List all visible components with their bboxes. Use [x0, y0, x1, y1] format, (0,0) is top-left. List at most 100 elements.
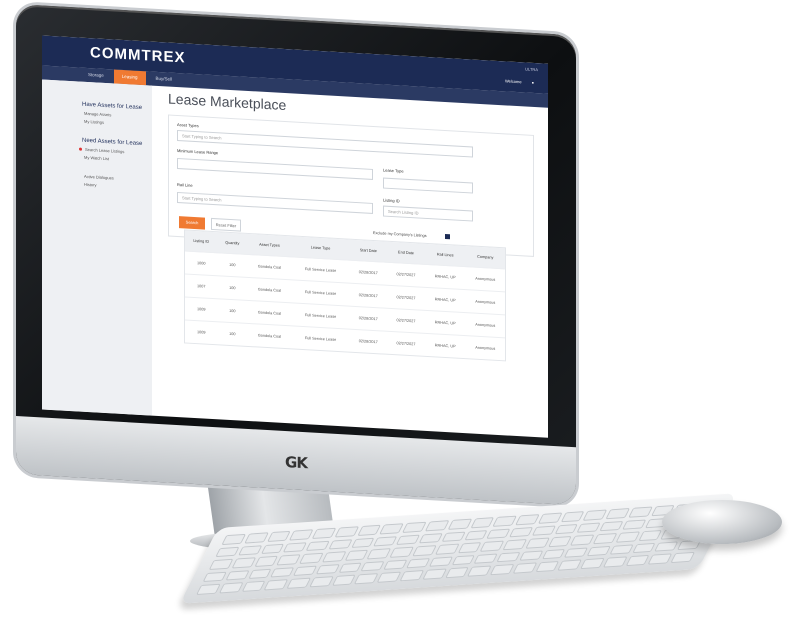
brand-logo[interactable]: COMMTREX: [90, 44, 186, 66]
cell-lease-type: Full Service Lease: [291, 302, 350, 330]
cell-company: Anonymous: [465, 266, 505, 292]
reset-filter-button[interactable]: Reset Filter: [211, 217, 241, 232]
cell-end-date: 02/27/2027: [387, 331, 425, 356]
user-greeting: Welcome: [504, 78, 522, 85]
keycap: [531, 525, 556, 537]
asset-types-input[interactable]: Start Typing to Search: [177, 130, 473, 158]
keycap: [292, 565, 318, 577]
keycap: [605, 508, 631, 519]
keycap: [405, 557, 431, 569]
keycap: [615, 531, 640, 543]
keycap: [331, 574, 356, 586]
cell-end-date: 02/27/2027: [387, 308, 425, 334]
keycap: [334, 526, 359, 538]
keycap: [383, 559, 408, 571]
keycap: [647, 553, 673, 565]
keycap: [253, 555, 279, 567]
cell-asset-types: Gondola Coal: [247, 323, 292, 349]
sidebar-item-my-listings[interactable]: My Listings: [84, 119, 152, 128]
keycap: [266, 530, 292, 542]
cell-listing-id: 1000: [185, 250, 218, 276]
keycap: [479, 540, 505, 552]
keycap: [196, 584, 221, 595]
keycap: [570, 534, 595, 546]
keycap: [231, 557, 256, 569]
keycap: [580, 558, 605, 570]
keycap: [395, 534, 421, 546]
header-badge: ULTRA: [525, 66, 538, 73]
sidebar-item-manage-assets[interactable]: Manage Assets: [84, 111, 152, 120]
cell-asset-types: Gondola Coal: [247, 254, 292, 280]
cell-start-date: 02/28/2017: [349, 283, 388, 309]
keycap: [357, 524, 382, 536]
cell-quantity: 100: [217, 321, 248, 346]
keycap: [576, 522, 602, 533]
cell-asset-types: Gondola Coal: [247, 300, 292, 326]
keycap: [418, 532, 443, 544]
cell-lease-type: Full Service Lease: [291, 325, 350, 352]
keycap: [202, 571, 227, 583]
col-end-date[interactable]: End Date: [387, 241, 425, 265]
keycap: [512, 562, 537, 574]
sidebar: Have Assets for Lease Manage Assets My L…: [42, 79, 152, 416]
keycap: [654, 541, 679, 553]
keycap: [557, 559, 582, 571]
keycap: [215, 546, 240, 558]
user-icon[interactable]: ●: [532, 80, 534, 85]
keycap: [631, 542, 657, 554]
lease-type-select[interactable]: [383, 177, 473, 194]
col-company[interactable]: Company: [465, 246, 505, 269]
keycap: [424, 520, 450, 532]
col-asset-types[interactable]: Asset Types: [247, 233, 292, 257]
keycap: [305, 540, 330, 552]
mouse: [662, 500, 782, 544]
sidebar-section-have-assets: Have Assets for Lease: [82, 101, 143, 112]
screen: COMMTREX ULTRA Welcome ● Storage Leasing…: [42, 35, 548, 438]
col-rail-lines[interactable]: Rail Lines: [424, 243, 466, 267]
col-quantity[interactable]: Quantity: [217, 232, 248, 255]
monitor-logo: GK: [285, 453, 307, 473]
keycap: [457, 542, 482, 554]
sidebar-item-history[interactable]: History: [84, 182, 152, 191]
keycap: [444, 567, 469, 579]
asset-types-label: Asset Types: [177, 122, 199, 129]
keycap: [515, 514, 540, 525]
keycap: [625, 555, 650, 567]
keycap: [541, 548, 566, 560]
keycap: [508, 526, 534, 538]
col-listing-id[interactable]: Listing ID: [185, 230, 218, 253]
keycap: [450, 554, 476, 566]
col-start-date[interactable]: Start Date: [349, 239, 388, 263]
keycap: [379, 523, 405, 535]
listings-table: Listing ID Quantity Asset Types Lease Ty…: [184, 229, 506, 362]
keycap: [260, 543, 285, 555]
cell-start-date: 02/28/2017: [349, 329, 388, 354]
exclude-own-listings-checkbox[interactable]: [445, 233, 450, 240]
keycap: [321, 551, 347, 563]
cell-start-date: 02/28/2017: [349, 306, 388, 332]
min-lease-input[interactable]: [177, 158, 373, 180]
cell-lease-type: Full Service Lease: [291, 279, 350, 307]
keycap: [412, 545, 437, 557]
keycap: [360, 560, 385, 572]
sidebar-item-active-dialogues[interactable]: Active Dialogues: [84, 174, 152, 183]
sidebar-item-search-listings[interactable]: Search Lease Listings: [84, 147, 152, 156]
keycap: [602, 556, 628, 568]
rail-line-input[interactable]: Start Typing to Search: [177, 192, 373, 214]
keycap: [525, 537, 550, 549]
cell-company: Anonymous: [465, 335, 505, 361]
keycap: [221, 533, 246, 545]
tab-buy-sell[interactable]: Buy/Sell: [148, 71, 181, 87]
keycap: [534, 561, 560, 573]
keycap: [354, 573, 379, 585]
keycap: [208, 558, 234, 570]
search-button[interactable]: Search: [179, 216, 205, 230]
keycap: [344, 549, 369, 561]
keycap: [599, 520, 624, 532]
keycap: [402, 521, 427, 533]
keycap: [225, 570, 250, 581]
monitor: GK COMMTREX ULTRA Welcome ● Storage Leas…: [16, 4, 576, 506]
sidebar-item-watch-list[interactable]: My Watch List: [84, 155, 152, 164]
user-menu[interactable]: Welcome ●: [505, 78, 534, 85]
listing-id-input[interactable]: Search Listing ID: [383, 205, 473, 222]
